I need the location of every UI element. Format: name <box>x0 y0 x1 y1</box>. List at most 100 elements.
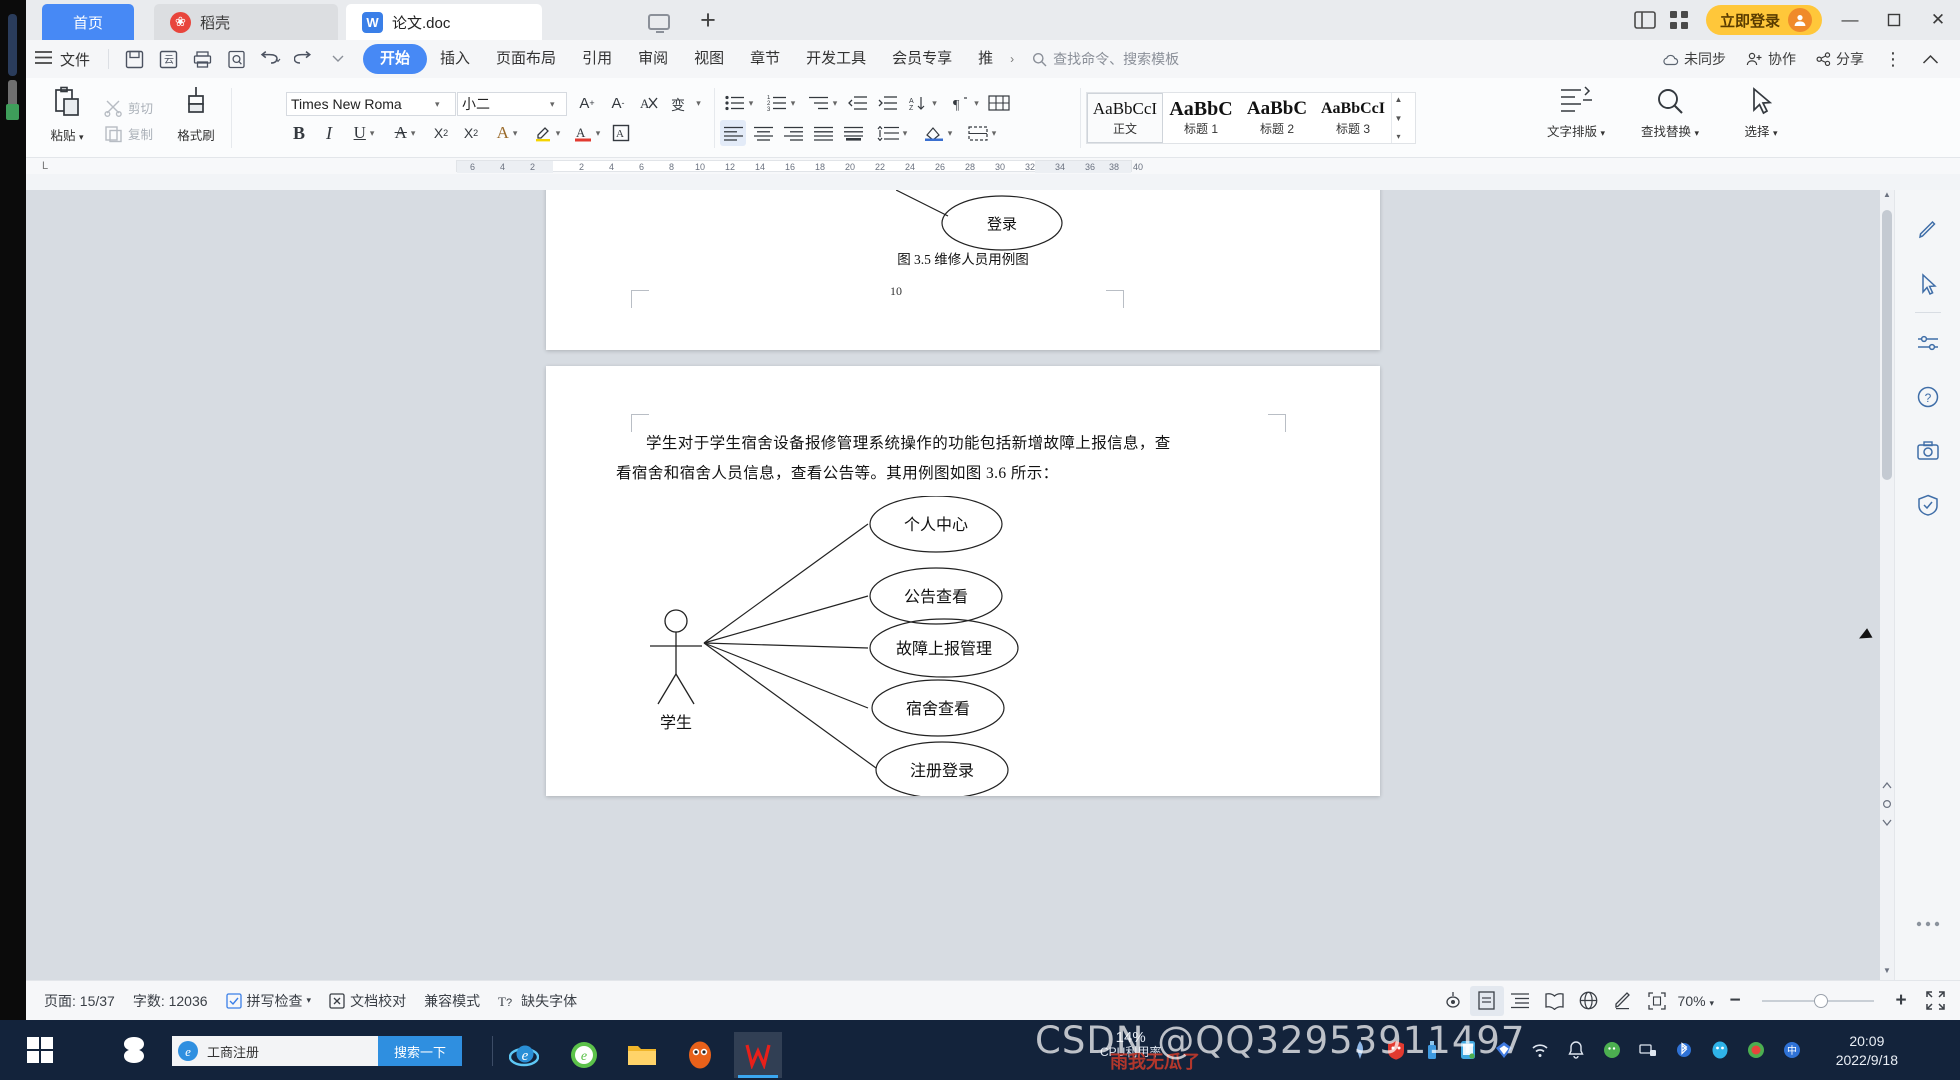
subscript-button[interactable]: X2 <box>456 120 486 146</box>
diamond-icon[interactable] <box>1491 1037 1517 1063</box>
zoom-out-button[interactable]: − <box>1718 986 1752 1016</box>
save-icon[interactable] <box>117 44 151 74</box>
shield-red-icon[interactable] <box>1383 1037 1409 1063</box>
missing-font-button[interactable]: T? 缺失字体 <box>498 991 577 1011</box>
prev-page-icon[interactable] <box>1881 780 1893 792</box>
show-marks-button[interactable]: ¶ ▾ <box>946 90 984 116</box>
network-icon[interactable] <box>1635 1037 1661 1063</box>
usb-icon[interactable] <box>1419 1037 1445 1063</box>
font-color-button[interactable]: A ▾ <box>568 120 606 146</box>
zoom-slider-knob[interactable] <box>1814 993 1828 1008</box>
fullscreen-icon[interactable] <box>1918 986 1952 1016</box>
fit-page-icon[interactable] <box>1640 986 1674 1016</box>
phone-icon[interactable] <box>1455 1037 1481 1063</box>
tab-home[interactable]: 首页 <box>42 4 134 40</box>
decrease-indent-button[interactable] <box>844 90 870 116</box>
document-page-1[interactable]: 登录 图 3.5 维修人员用例图 10 <box>546 190 1380 350</box>
highlight-button[interactable]: ▾ <box>528 120 566 146</box>
shield-icon[interactable] <box>1906 483 1950 527</box>
pinyin-guide-button[interactable]: 变 ▾ <box>666 90 706 116</box>
font-family-select[interactable]: Times New Roma ▾ <box>286 92 456 116</box>
tab-start[interactable]: 开始 <box>363 44 428 74</box>
tab-daoke[interactable]: ❀ 稻壳 <box>154 4 338 40</box>
align-left-button[interactable] <box>720 120 746 146</box>
taskbar-clock[interactable]: 20:09 2022/9/18 <box>1836 1032 1898 1070</box>
bullets-button[interactable]: ▾ <box>720 90 758 116</box>
increase-indent-button[interactable] <box>874 90 900 116</box>
ruler-strip[interactable]: 642 246 8 10 12 14 16 18 20 22 24 26 28 30 32 34 3… <box>456 160 1143 173</box>
style-heading-1[interactable]: AaBbC 标题 1 <box>1163 93 1239 143</box>
grid-apps-icon[interactable] <box>1662 0 1696 40</box>
print-icon[interactable] <box>185 44 219 74</box>
taskbar-app-ie[interactable]: e <box>500 1032 548 1078</box>
wifi-icon[interactable] <box>1527 1037 1553 1063</box>
cut-button[interactable]: 剪切 <box>104 98 153 117</box>
menu-file[interactable]: 文件 <box>60 49 90 70</box>
scroll-down-icon[interactable]: ▼ <box>1395 114 1403 123</box>
tab-page-layout[interactable]: 页面布局 <box>483 44 569 74</box>
bluetooth-icon[interactable] <box>1671 1037 1697 1063</box>
overflow-menu-icon[interactable]: ⋮ <box>1874 49 1912 70</box>
hamburger-icon[interactable] <box>26 49 60 69</box>
tab-insert[interactable]: 插入 <box>427 44 483 74</box>
proofread-button[interactable]: 文档校对 <box>329 991 406 1011</box>
print-preview-icon[interactable] <box>219 44 253 74</box>
styles-gallery-scroll[interactable]: ▲ ▼ ▾ <box>1391 93 1405 143</box>
taskbar-app-explorer[interactable] <box>618 1032 666 1078</box>
spellcheck-button[interactable]: 拼写检查 ▾ <box>225 991 311 1011</box>
shrink-font-button[interactable]: A- <box>605 90 631 116</box>
align-center-button[interactable] <box>750 120 776 146</box>
tab-section[interactable]: 章节 <box>737 44 793 74</box>
scroll-up-icon[interactable]: ▲ <box>1395 95 1403 104</box>
italic-button[interactable]: I <box>316 120 342 146</box>
table-gridlines-button[interactable] <box>986 90 1012 116</box>
read-view-icon[interactable] <box>1538 986 1572 1016</box>
word-count[interactable]: 字数: 12036 <box>133 991 208 1011</box>
copy-button[interactable]: 复制 <box>104 124 153 143</box>
typeset-button[interactable]: 文字排版 ▾ <box>1536 86 1616 140</box>
wechat-icon[interactable] <box>1599 1037 1625 1063</box>
save-as-icon[interactable]: 云 <box>151 44 185 74</box>
superscript-button[interactable]: X2 <box>426 120 456 146</box>
login-button[interactable]: 立即登录 <box>1705 5 1822 35</box>
outline-view-icon[interactable] <box>1504 986 1538 1016</box>
clear-format-button[interactable]: A <box>636 90 662 116</box>
line-spacing-button[interactable]: ▾ <box>872 120 912 146</box>
select-button[interactable]: 选择 ▾ <box>1726 86 1796 140</box>
maximize-button[interactable] <box>1872 0 1916 40</box>
ime-icon[interactable]: 中 <box>1779 1037 1805 1063</box>
minimize-button[interactable]: — <box>1828 0 1872 40</box>
document-page-2[interactable]: 学生对于学生宿舍设备报修管理系统操作的功能包括新增故障上报信息，查 看宿舍和宿舍… <box>546 366 1380 796</box>
input-method-icon[interactable] <box>1743 1037 1769 1063</box>
page-view-icon[interactable] <box>1469 985 1504 1016</box>
pen-edit-icon[interactable] <box>1906 208 1950 252</box>
horizontal-ruler[interactable]: L 642 246 8 10 12 14 16 18 20 22 24 26 28 30 32 3… <box>26 158 1960 174</box>
text-effects-button[interactable]: A ▾ <box>488 120 526 146</box>
paste-button[interactable]: 粘贴 ▾ <box>40 86 94 144</box>
grow-font-button[interactable]: A + <box>574 90 600 116</box>
distribute-button[interactable] <box>840 120 866 146</box>
qq-icon[interactable] <box>1707 1037 1733 1063</box>
font-size-select[interactable]: 小二 ▾ <box>457 92 567 116</box>
sort-button[interactable]: A Z ▾ <box>904 90 942 116</box>
styles-expand-icon[interactable]: ▾ <box>1396 132 1400 141</box>
zoom-slider[interactable] <box>1762 993 1874 1008</box>
borders-button[interactable]: ▾ <box>962 120 1002 146</box>
customize-icon[interactable] <box>321 44 355 74</box>
collapse-ribbon-icon[interactable] <box>1912 54 1954 65</box>
style-normal[interactable]: AaBbCcI 正文 <box>1087 93 1163 143</box>
collaborate-button[interactable]: 协作 <box>1736 49 1806 69</box>
chevron-right-icon[interactable]: › <box>1006 52 1018 66</box>
document-canvas[interactable]: 登录 图 3.5 维修人员用例图 10 学生对于学生宿舍设备报修管理系统操作的功… <box>26 190 1894 980</box>
tab-paper-doc[interactable]: W 论文.doc <box>346 4 542 40</box>
char-border-button[interactable]: A <box>608 120 634 146</box>
sidebar-toggle-icon[interactable] <box>1628 0 1662 40</box>
bell-icon[interactable] <box>1563 1037 1589 1063</box>
taskbar-search-button[interactable]: 搜索一下 <box>378 1036 462 1066</box>
styles-gallery[interactable]: AaBbCcI 正文 AaBbC 标题 1 AaBbC 标题 2 AaBbCcI… <box>1086 92 1416 144</box>
monitor-icon[interactable] <box>648 14 670 33</box>
taskbar-search-box[interactable]: e 工商注册 搜索一下 <box>172 1036 462 1066</box>
command-search[interactable]: 查找命令、搜索模板 <box>1032 49 1179 69</box>
show-desktop-button[interactable] <box>1946 1020 1956 1080</box>
tab-dev-tools[interactable]: 开发工具 <box>793 44 879 74</box>
